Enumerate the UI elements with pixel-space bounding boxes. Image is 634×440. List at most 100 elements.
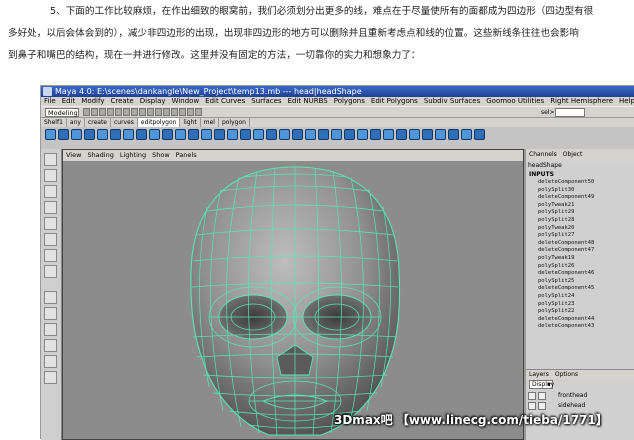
history-item[interactable]: deleteComponent49 [538,194,594,202]
menu-display[interactable]: Display [137,97,169,106]
history-item[interactable]: deleteComponent44 [538,316,594,324]
layer-template-toggle[interactable] [538,402,546,410]
ipr-render-icon[interactable] [187,108,194,116]
bevel-icon[interactable] [175,129,186,140]
lasso-tool-icon[interactable] [44,169,57,182]
snap-point-icon[interactable] [147,108,154,116]
history-item[interactable]: polySplit26 [538,263,594,271]
menu-edit-polygons[interactable]: Edit Polygons [368,97,421,106]
selection-input[interactable] [555,108,585,117]
soften-edge-icon[interactable] [344,129,355,140]
menu-edit-curves[interactable]: Edit Curves [202,97,248,106]
separate-icon[interactable] [253,129,264,140]
menu-set-dropdown[interactable]: Modeling [45,108,79,117]
shelf-tab-create[interactable]: create [85,118,111,127]
panel-menu-show[interactable]: Show [149,150,173,161]
manipulator-icon[interactable] [44,249,57,262]
history-item[interactable]: polyTweak20 [538,225,594,233]
rotate-tool-icon[interactable] [44,217,57,230]
open-scene-icon[interactable] [91,108,98,116]
extrude-edge-icon[interactable] [84,129,95,140]
channel-box-tab-channels[interactable]: Channels [526,151,560,158]
crease-icon[interactable] [448,129,459,140]
shelf-tab-editpolygon[interactable]: editpolygon [137,118,181,127]
uv-spherical-icon[interactable] [396,129,407,140]
shelf-tab-light[interactable]: light [180,118,201,127]
history-item[interactable]: deleteComponent48 [538,240,594,248]
outliner-view-icon[interactable] [44,323,57,336]
window-titlebar[interactable]: Maya 4.0: E:\scenes\dankangle\New_Projec… [41,86,634,97]
quadrangulate-icon[interactable] [318,129,329,140]
layer-row[interactable]: fronthead [528,392,633,401]
scale-tool-icon[interactable] [44,233,57,246]
collapse-icon[interactable] [136,129,147,140]
history-item[interactable]: polyTweak21 [538,202,594,210]
history-item[interactable]: polySplit22 [538,308,594,316]
menu-goomoo-utilities[interactable]: Goomoo Utilities [483,97,547,106]
render-icon[interactable] [179,108,186,116]
menu-polygons[interactable]: Polygons [331,97,368,106]
hypershade-view-icon[interactable] [44,355,57,368]
create-cube-icon[interactable] [461,129,472,140]
history-item[interactable]: polySplit24 [538,293,594,301]
delete-edge-icon[interactable] [123,129,134,140]
cut-faces-icon[interactable] [188,129,199,140]
mirror-icon[interactable] [279,129,290,140]
wedge-face-icon[interactable] [214,129,225,140]
select-object-icon[interactable] [115,108,122,116]
layer-row[interactable]: sidehead [528,402,633,411]
render-globals-icon[interactable] [195,108,202,116]
history-item[interactable]: deleteComponent47 [538,247,594,255]
history-item[interactable]: deleteComponent43 [538,323,594,331]
panel-menu-view[interactable]: View [63,150,84,161]
shelf-tab-curves[interactable]: curves [111,118,138,127]
snap-curve-icon[interactable] [139,108,146,116]
shelf-tab-polygon[interactable]: polygon [219,118,250,127]
single-view-icon[interactable] [44,291,57,304]
paint-select-icon[interactable] [44,185,57,198]
menu-file[interactable]: File [41,97,59,106]
layers-tab-layers[interactable]: Layers [526,371,552,378]
subdivide-icon[interactable] [162,129,173,140]
layer-template-toggle[interactable] [538,392,546,400]
history-item[interactable]: polySplit25 [538,278,594,286]
panel-menu-lighting[interactable]: Lighting [117,150,149,161]
menu-modify[interactable]: Modify [78,97,107,106]
new-scene-icon[interactable] [83,108,90,116]
history-item[interactable]: polySplit28 [538,217,594,225]
move-tool-icon[interactable] [44,201,57,214]
channel-box-node-name[interactable]: headShape [528,162,562,169]
uv-automatic-icon[interactable] [409,129,420,140]
panel-menu-panels[interactable]: Panels [173,150,200,161]
history-item[interactable]: polySplit23 [538,301,594,309]
shelf-tab-mel[interactable]: mel [201,118,219,127]
append-polygon-icon[interactable] [45,129,56,140]
merge-vertices-icon[interactable] [97,129,108,140]
uv-planar-icon[interactable] [370,129,381,140]
merge-edges-icon[interactable] [110,129,121,140]
split-polygon-icon[interactable] [58,129,69,140]
panel-menu-shading[interactable]: Shading [84,150,116,161]
layer-visibility-toggle[interactable] [528,392,536,400]
make-live-icon[interactable] [163,108,170,116]
menu-surfaces[interactable]: Surfaces [248,97,284,106]
menu-window[interactable]: Window [169,97,203,106]
history-item[interactable]: polySplit30 [538,187,594,195]
menu-edit[interactable]: Edit [59,97,79,106]
sculpt-icon[interactable] [435,129,446,140]
layers-tab-options[interactable]: Options [552,371,581,378]
layer-type-dropdown[interactable]: Display ▼ [529,380,554,389]
snap-view-icon[interactable] [155,108,162,116]
history-item[interactable]: deleteComponent45 [538,285,594,293]
select-tool-icon[interactable] [44,153,57,166]
layer-visibility-toggle[interactable] [528,402,536,410]
history-item[interactable]: deleteComponent46 [538,270,594,278]
select-component-icon[interactable] [123,108,130,116]
snap-grid-icon[interactable] [131,108,138,116]
shelf-tab-any[interactable]: any [67,118,85,127]
menu-help[interactable]: Help [616,97,634,106]
reverse-normals-icon[interactable] [331,129,342,140]
history-item[interactable]: polyTweak19 [538,255,594,263]
history-item[interactable]: polySplit29 [538,209,594,217]
menu-create[interactable]: Create [107,97,136,106]
